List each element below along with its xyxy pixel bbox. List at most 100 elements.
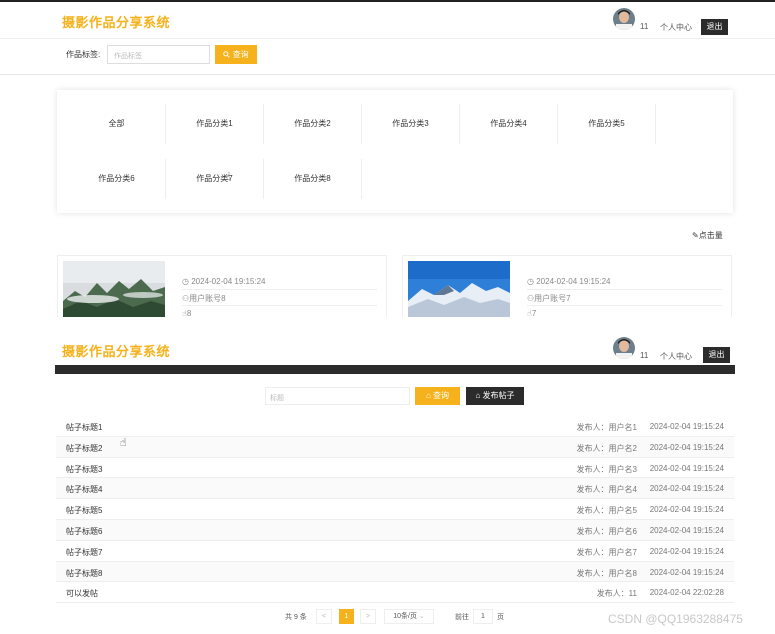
click-rank-sort[interactable]: ✎点击量: [692, 230, 723, 241]
home-icon: ⌂: [475, 391, 481, 400]
post-publisher: 发布人：用户名7: [576, 547, 637, 557]
post-title[interactable]: 可以发帖: [66, 588, 98, 599]
card-time-text: 2024-02-04 19:15:24: [191, 277, 266, 286]
post-time: 2024-02-04 19:15:24: [649, 442, 724, 452]
user-name: 11: [640, 22, 649, 31]
category-item-all[interactable]: 全部: [68, 104, 166, 144]
post-time: 2024-02-04 19:15:24: [649, 422, 724, 431]
publish-post-button[interactable]: ⌂ 发布帖子: [466, 387, 524, 405]
category-item-4[interactable]: 作品分类4: [460, 104, 558, 144]
site-title[interactable]: 摄影作品分享系统: [62, 12, 170, 31]
post-list: 帖子标题1 发布人：用户名1 2024-02-04 19:15:24 帖子标题2 发布…: [56, 416, 734, 604]
category-item-2[interactable]: 作品分类2: [264, 104, 362, 144]
divider: [527, 289, 722, 290]
post-row[interactable]: 帖子标题2 发布人：用户名2 2024-02-04 19:15:24: [56, 436, 734, 458]
edit-icon: ✎: [692, 231, 699, 240]
tag-label: 作品标签:: [66, 50, 101, 59]
post-publisher: 发布人：11: [596, 589, 637, 599]
card-author: ⚇用户账号7: [527, 293, 722, 304]
post-row[interactable]: 帖子标题3 发布人：用户名3 2024-02-04 19:15:24: [56, 458, 734, 479]
goto-label: 前往: [455, 614, 469, 621]
category-item-7[interactable]: 作品分类7: [166, 159, 264, 199]
card-likes-text: 8: [186, 309, 192, 317]
card-author: ⚇用户账号8: [182, 293, 377, 304]
category-item-3[interactable]: 作品分类3: [362, 104, 460, 144]
page-size-value: 10条/页: [393, 613, 417, 620]
card-time-text: 2024-02-04 19:15:24: [536, 277, 611, 286]
pagination-next-button[interactable]: >: [360, 609, 376, 624]
post-publisher: 发布人：用户名8: [576, 568, 637, 578]
card-likes: ☝7: [527, 309, 722, 317]
post-publisher: 发布人：用户名2: [576, 443, 637, 453]
post-title[interactable]: 帖子标题2: [66, 443, 102, 454]
work-card[interactable]: ◷ 2024-02-04 19:15:24 ⚇用户账号8 ☝8: [57, 255, 387, 317]
hand-cursor-icon: ☝: [224, 171, 231, 183]
post-publisher: 发布人：用户名1: [576, 423, 637, 432]
card-time: ◷ 2024-02-04 19:15:24: [527, 277, 722, 286]
window-top-border: [0, 0, 775, 2]
clock-icon: ◷: [182, 277, 189, 286]
card-time: ◷ 2024-02-04 19:15:24: [182, 277, 377, 286]
chevron-down-icon: ⌄: [418, 613, 425, 620]
click-rank-label: 点击量: [698, 231, 723, 240]
post-title[interactable]: 帖子标题5: [66, 505, 102, 516]
post-time: 2024-02-04 19:15:24: [649, 484, 724, 494]
post-search-button[interactable]: ⌂ 查询: [415, 387, 460, 405]
post-publisher: 发布人：用户名4: [576, 485, 637, 495]
csdn-watermark: CSDN @QQ1963288475: [608, 612, 743, 626]
work-card[interactable]: ◷ 2024-02-04 19:15:24 ⚇用户账号7 ☝7: [402, 255, 732, 317]
hand-cursor-icon: ☝: [120, 437, 127, 449]
category-panel: 全部 作品分类1 作品分类2 作品分类3 作品分类4 作品分类5 作品分类6 作…: [57, 90, 733, 213]
post-time: 2024-02-04 19:15:24: [649, 463, 724, 473]
category-item-5[interactable]: 作品分类5: [558, 104, 656, 144]
pagination-current-page[interactable]: 1: [339, 609, 354, 624]
category-item-8[interactable]: 作品分类8: [264, 159, 362, 199]
post-title[interactable]: 帖子标题3: [66, 464, 102, 475]
user-avatar[interactable]: [613, 337, 635, 359]
pagination-prev-button[interactable]: <: [316, 609, 332, 624]
logout-button[interactable]: 退出: [701, 19, 728, 35]
post-title[interactable]: 帖子标题4: [66, 484, 102, 495]
divider: [182, 305, 377, 306]
page-unit-label: 页: [497, 614, 504, 621]
post-row[interactable]: 帖子标题8 发布人：用户名8 2024-02-04 19:15:24: [56, 561, 734, 583]
post-publisher: 发布人：用户名6: [576, 526, 637, 536]
tag-search-button[interactable]: 查询: [215, 45, 257, 64]
post-row[interactable]: 帖子标题6 发布人：用户名6 2024-02-04 19:15:24: [56, 519, 734, 541]
post-title[interactable]: 帖子标题6: [66, 526, 102, 537]
misty-mountain-photo[interactable]: [63, 261, 165, 317]
post-title[interactable]: 帖子标题1: [66, 422, 102, 433]
post-row[interactable]: 帖子标题1 发布人：用户名1 2024-02-04 19:15:24: [56, 416, 734, 437]
site-title[interactable]: 摄影作品分享系统: [62, 341, 170, 360]
post-row[interactable]: 帖子标题4 发布人：用户名4 2024-02-04 19:15:24: [56, 478, 734, 500]
tag-search-button-label: 查询: [232, 50, 249, 59]
publish-post-button-label: 发布帖子: [482, 391, 515, 400]
user-name: 11: [640, 351, 649, 360]
category-item-6[interactable]: 作品分类6: [68, 159, 166, 199]
post-time: 2024-02-04 22:02:28: [649, 588, 724, 598]
post-title[interactable]: 帖子标题7: [66, 547, 102, 558]
post-time: 2024-02-04 19:15:24: [649, 505, 724, 515]
card-author-text: 用户账号8: [189, 294, 226, 303]
category-item-1[interactable]: 作品分类1: [166, 104, 264, 144]
post-row[interactable]: 帖子标题7 发布人：用户名7 2024-02-04 19:15:24: [56, 541, 734, 562]
user-center-link[interactable]: 个人中心: [660, 351, 692, 362]
user-center-link[interactable]: 个人中心: [660, 22, 692, 33]
post-row[interactable]: 可以发帖 发布人：11 2024-02-04 22:02:28: [56, 582, 734, 604]
card-author-text: 用户账号7: [534, 294, 571, 303]
tag-search-input[interactable]: 作品标签: [107, 45, 210, 64]
logout-button[interactable]: 退出: [703, 347, 730, 363]
post-row[interactable]: 帖子标题5 发布人：用户名5 2024-02-04 19:15:24: [56, 499, 734, 520]
post-title[interactable]: 帖子标题8: [66, 568, 102, 579]
user-avatar[interactable]: [613, 8, 635, 30]
search-icon: [223, 51, 230, 58]
title-search-input[interactable]: 标题: [265, 387, 410, 405]
post-search-button-label: 查询: [433, 391, 450, 400]
post-publisher: 发布人：用户名5: [576, 506, 637, 516]
clock-icon: ◷: [527, 277, 534, 286]
snow-mountain-photo[interactable]: [408, 261, 510, 317]
goto-page-input[interactable]: 1: [473, 609, 493, 624]
page-size-select[interactable]: 10条/页 ⌄: [384, 609, 434, 624]
post-time: 2024-02-04 19:15:24: [649, 525, 724, 535]
divider: [182, 289, 377, 290]
